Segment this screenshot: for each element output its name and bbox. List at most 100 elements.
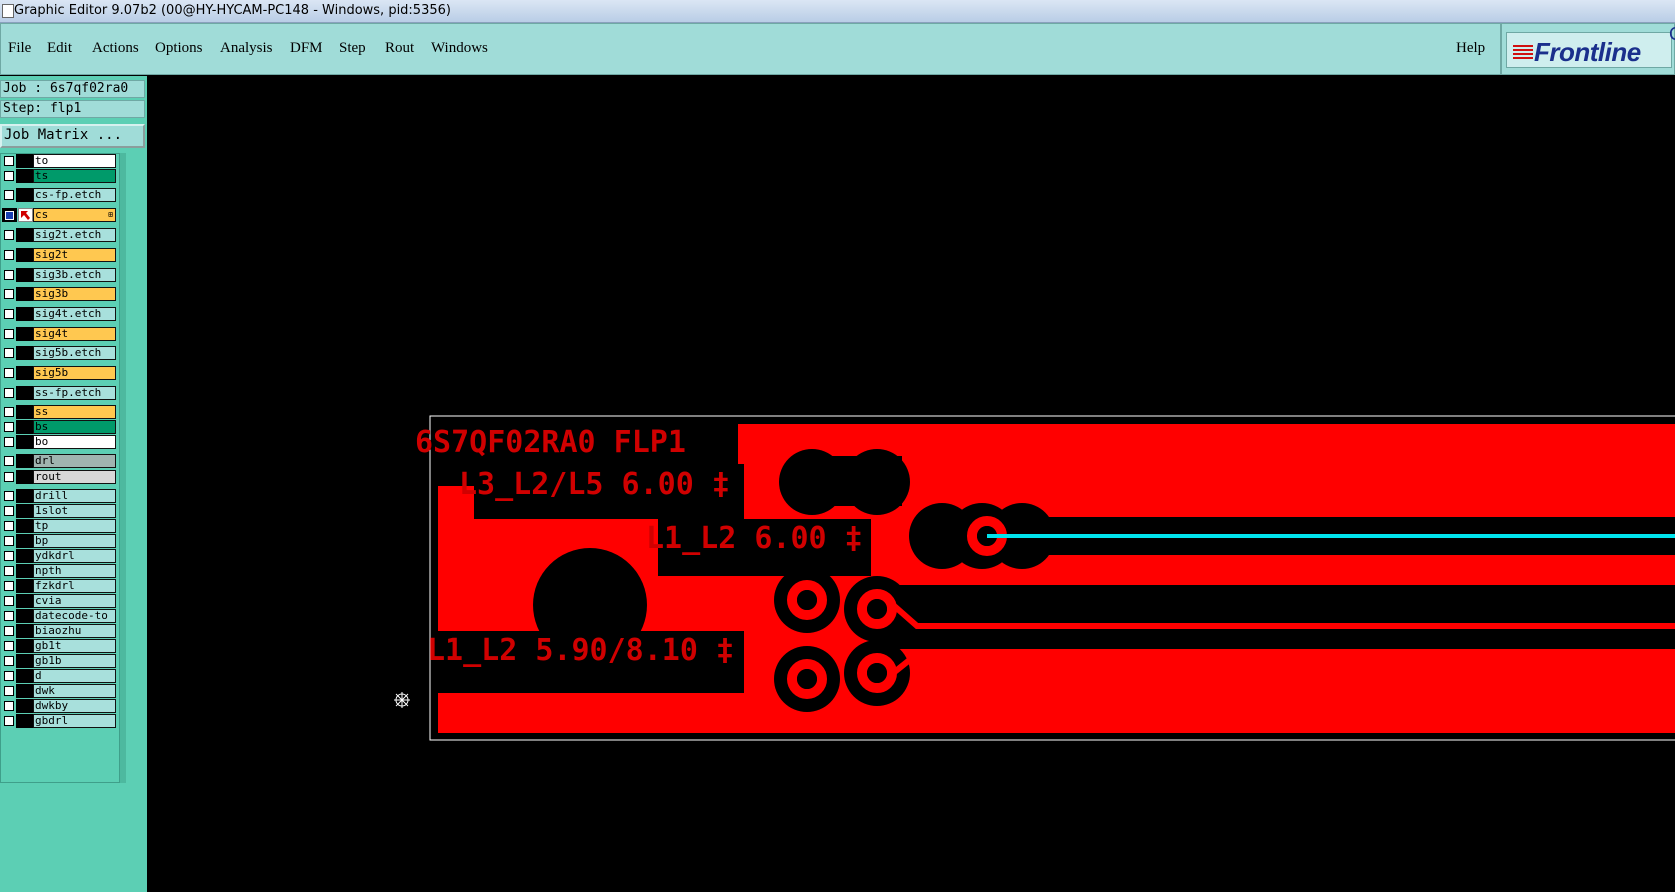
layer-checkbox[interactable] bbox=[4, 190, 14, 200]
layer-name[interactable]: cs-fp.etch bbox=[33, 188, 116, 202]
layer-affected-cell[interactable] bbox=[16, 684, 33, 698]
layer-row-rout[interactable]: rout bbox=[1, 470, 119, 484]
layer-affected-cell[interactable] bbox=[16, 699, 33, 713]
layer-checkbox[interactable] bbox=[4, 270, 14, 280]
layer-row-sig4t.etch[interactable]: sig4t.etch bbox=[1, 307, 119, 321]
layer-name[interactable]: to bbox=[33, 154, 116, 168]
layer-affected-cell[interactable] bbox=[16, 534, 33, 548]
layer-checkbox[interactable] bbox=[4, 250, 14, 260]
layer-name[interactable]: cvia bbox=[33, 594, 116, 608]
layer-row-ss-fp.etch[interactable]: ss-fp.etch bbox=[1, 386, 119, 400]
layer-row-bs[interactable]: bs bbox=[1, 420, 119, 434]
layer-row-d[interactable]: d bbox=[1, 669, 119, 683]
layer-checkbox[interactable] bbox=[4, 422, 14, 432]
layer-affected-cell[interactable] bbox=[16, 386, 33, 400]
menu-analysis[interactable]: Analysis bbox=[220, 40, 273, 57]
layer-affected-cell[interactable] bbox=[16, 154, 33, 168]
layer-row-biaozhu[interactable]: biaozhu bbox=[1, 624, 119, 638]
layer-row-ydkdrl[interactable]: ydkdrl bbox=[1, 549, 119, 563]
layer-affected-cell[interactable] bbox=[16, 405, 33, 419]
layer-row-gbdrl[interactable]: gbdrl bbox=[1, 714, 119, 728]
work-layer-arrow-icon[interactable] bbox=[18, 208, 33, 222]
layer-row-cs-fp.etch[interactable]: cs-fp.etch bbox=[1, 188, 119, 202]
layer-list-scrollbar[interactable] bbox=[120, 153, 126, 783]
layer-checkbox[interactable] bbox=[4, 437, 14, 447]
layer-checkbox[interactable] bbox=[4, 581, 14, 591]
layer-name[interactable]: fzkdrl bbox=[33, 579, 116, 593]
layer-name[interactable]: gbdrl bbox=[33, 714, 116, 728]
layer-checkbox[interactable] bbox=[4, 156, 14, 166]
layer-affected-cell[interactable] bbox=[16, 470, 33, 484]
layer-row-sig4t[interactable]: sig4t bbox=[1, 327, 119, 341]
layer-checkbox[interactable] bbox=[4, 472, 14, 482]
layer-name[interactable]: gb1b bbox=[33, 654, 116, 668]
layer-name[interactable]: ss bbox=[33, 405, 116, 419]
menu-actions[interactable]: Actions bbox=[92, 40, 139, 57]
layer-affected-cell[interactable] bbox=[16, 564, 33, 578]
layer-name[interactable]: ts bbox=[33, 169, 116, 183]
menu-help[interactable]: Help bbox=[1456, 40, 1485, 57]
layer-checkbox[interactable] bbox=[4, 656, 14, 666]
layer-row-dwk[interactable]: dwk bbox=[1, 684, 119, 698]
layer-row-sig5b.etch[interactable]: sig5b.etch bbox=[1, 346, 119, 360]
layer-affected-cell[interactable] bbox=[16, 639, 33, 653]
layer-name[interactable]: npth bbox=[33, 564, 116, 578]
menu-dfm[interactable]: DFM bbox=[290, 40, 323, 57]
menu-options[interactable]: Options bbox=[155, 40, 203, 57]
layer-row-tp[interactable]: tp bbox=[1, 519, 119, 533]
menu-step[interactable]: Step bbox=[339, 40, 366, 57]
layer-checkbox[interactable] bbox=[4, 407, 14, 417]
layer-checkbox[interactable] bbox=[4, 701, 14, 711]
layer-name[interactable]: ydkdrl bbox=[33, 549, 116, 563]
layer-name[interactable]: rout bbox=[33, 470, 116, 484]
layer-checkbox[interactable] bbox=[4, 596, 14, 606]
layer-checkbox[interactable] bbox=[4, 309, 14, 319]
layer-affected-cell[interactable] bbox=[16, 327, 33, 341]
layer-name[interactable]: ss-fp.etch bbox=[33, 386, 116, 400]
layer-affected-cell[interactable] bbox=[16, 169, 33, 183]
graphic-canvas[interactable]: 6S7QF02RA0 FLP1 L3_L2/L5 6.00 ‡ L1_L2 6.… bbox=[147, 76, 1675, 892]
layer-name[interactable]: gb1t bbox=[33, 639, 116, 653]
layer-row-ts[interactable]: ts bbox=[1, 169, 119, 183]
layer-row-sig2t.etch[interactable]: sig2t.etch bbox=[1, 228, 119, 242]
layer-row-cs[interactable]: cs ⊞ bbox=[1, 208, 119, 222]
layer-row-fzkdrl[interactable]: fzkdrl bbox=[1, 579, 119, 593]
layer-checkbox[interactable] bbox=[4, 491, 14, 501]
layer-checkbox[interactable] bbox=[4, 388, 14, 398]
layer-name[interactable]: dwkby bbox=[33, 699, 116, 713]
layer-checkbox[interactable] bbox=[4, 716, 14, 726]
layer-name[interactable]: sig3b bbox=[33, 287, 116, 301]
layer-row-cvia[interactable]: cvia bbox=[1, 594, 119, 608]
layer-row-to[interactable]: to bbox=[1, 154, 119, 168]
layer-affected-cell[interactable] bbox=[16, 454, 33, 468]
layer-name[interactable]: bp bbox=[33, 534, 116, 548]
layer-affected-cell[interactable] bbox=[16, 489, 33, 503]
layer-checkbox[interactable] bbox=[4, 368, 14, 378]
layer-row-sig2t[interactable]: sig2t bbox=[1, 248, 119, 262]
layer-row-ss[interactable]: ss bbox=[1, 405, 119, 419]
layer-checkbox[interactable] bbox=[4, 671, 14, 681]
layer-row-sig3b[interactable]: sig3b bbox=[1, 287, 119, 301]
layer-name[interactable]: d bbox=[33, 669, 116, 683]
layer-row-npth[interactable]: npth bbox=[1, 564, 119, 578]
layer-checkbox[interactable] bbox=[4, 611, 14, 621]
layer-name[interactable]: tp bbox=[33, 519, 116, 533]
layer-row-gb1b[interactable]: gb1b bbox=[1, 654, 119, 668]
layer-row-gb1t[interactable]: gb1t bbox=[1, 639, 119, 653]
layer-checkbox[interactable] bbox=[4, 641, 14, 651]
layer-name[interactable]: sig3b.etch bbox=[33, 268, 116, 282]
layer-name[interactable]: bs bbox=[33, 420, 116, 434]
layer-expand-icon[interactable]: ⊞ bbox=[108, 211, 113, 219]
layer-affected-cell[interactable] bbox=[16, 609, 33, 623]
layer-affected-cell[interactable] bbox=[16, 307, 33, 321]
layer-affected-cell[interactable] bbox=[16, 420, 33, 434]
layer-checkbox[interactable] bbox=[4, 171, 14, 181]
layer-checkbox[interactable] bbox=[4, 506, 14, 516]
layer-affected-cell[interactable] bbox=[16, 594, 33, 608]
layer-checkbox[interactable] bbox=[4, 566, 14, 576]
layer-checkbox[interactable] bbox=[4, 521, 14, 531]
layer-row-drill[interactable]: drill bbox=[1, 489, 119, 503]
menu-windows[interactable]: Windows bbox=[431, 40, 488, 57]
layer-affected-cell[interactable] bbox=[16, 287, 33, 301]
menu-rout[interactable]: Rout bbox=[385, 40, 414, 57]
